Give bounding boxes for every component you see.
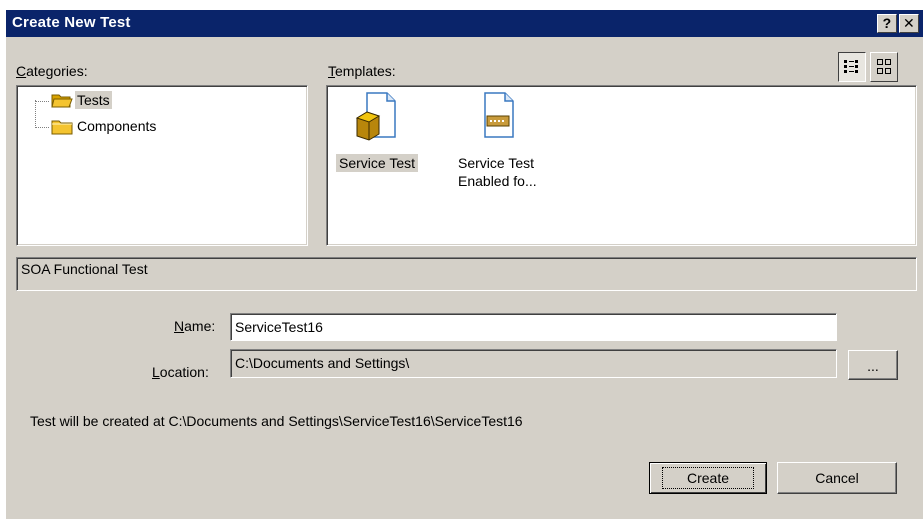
template-item-service-test-enabled[interactable]: Service Test Enabled fo...: [455, 90, 575, 190]
templates-list[interactable]: Service Test Service Test Enabled fo...: [326, 85, 917, 246]
category-item-tests[interactable]: Tests: [27, 91, 177, 111]
category-label-tests: Tests: [75, 91, 112, 109]
list-view-button[interactable]: [838, 52, 866, 82]
help-button[interactable]: ?: [877, 14, 897, 33]
location-label: Location:: [152, 364, 209, 380]
cancel-button-label: Cancel: [815, 470, 859, 486]
cancel-button[interactable]: Cancel: [777, 462, 897, 494]
title-bar[interactable]: Create New Test ? ✕: [6, 10, 923, 37]
location-input[interactable]: C:\Documents and Settings\: [230, 349, 837, 378]
category-item-components[interactable]: Components: [27, 117, 227, 137]
service-test-icon: [355, 92, 396, 141]
name-input[interactable]: ServiceTest16: [230, 313, 837, 341]
template-label-service-test-enabled-line1: Service Test: [458, 155, 534, 171]
template-label-service-test: Service Test: [336, 154, 418, 172]
templates-label: Templates:: [328, 63, 396, 79]
create-new-test-dialog: Create New Test ? ✕ Categories: Template…: [6, 10, 923, 519]
browse-button-label: ...: [867, 358, 879, 374]
create-button-label: Create: [661, 467, 755, 489]
name-label: Name:: [174, 318, 216, 334]
creation-path-info: Test will be created at C:\Documents and…: [30, 413, 523, 429]
categories-tree[interactable]: Tests Components: [16, 85, 308, 246]
category-label-components: Components: [77, 118, 157, 134]
service-test-enabled-icon: [484, 92, 514, 138]
close-icon: ✕: [903, 15, 915, 31]
template-label-service-test-enabled-line2: Enabled fo...: [458, 173, 537, 189]
large-icon-view-icon: [877, 59, 891, 74]
close-button[interactable]: ✕: [899, 14, 919, 33]
help-icon: ?: [882, 15, 892, 31]
folder-icon: [51, 120, 73, 135]
template-description: SOA Functional Test: [16, 257, 917, 291]
categories-label: Categories:: [16, 63, 88, 79]
large-icon-view-button[interactable]: [870, 52, 898, 82]
window-title: Create New Test: [12, 14, 131, 31]
folder-open-icon: [51, 94, 73, 108]
template-item-service-test[interactable]: Service Test: [335, 90, 445, 180]
create-button[interactable]: Create: [649, 462, 767, 494]
browse-button[interactable]: ...: [848, 350, 898, 380]
list-view-icon: [844, 60, 858, 73]
